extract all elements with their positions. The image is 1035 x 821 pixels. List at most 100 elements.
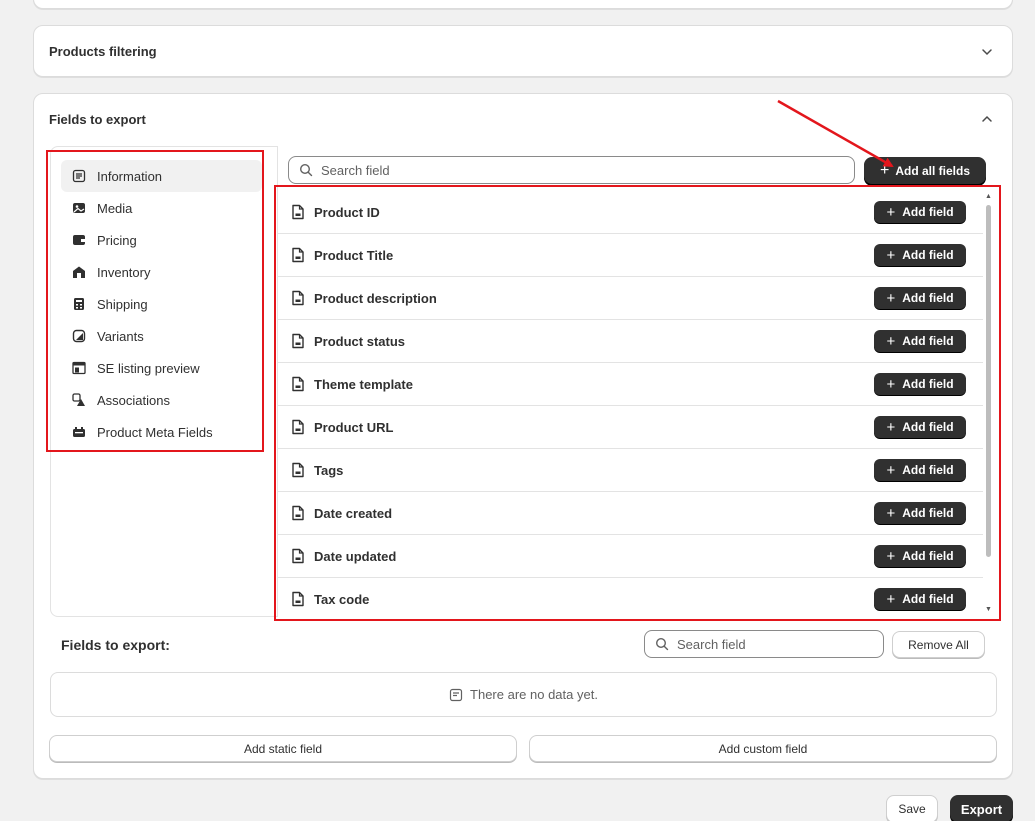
category-information[interactable]: Information <box>61 160 262 192</box>
plus-icon: + <box>886 332 896 350</box>
add-field-label: Add field <box>902 463 954 477</box>
scroll-down-arrow-icon[interactable]: ▼ <box>985 606 992 613</box>
chevron-up-icon[interactable] <box>980 112 994 126</box>
file-icon <box>291 290 305 306</box>
file-icon <box>291 462 305 478</box>
fields-to-export-card: Fields to export Information Media Prici… <box>33 93 1013 779</box>
field-search[interactable] <box>288 156 855 184</box>
field-row: Date updated + Add field <box>278 535 983 578</box>
add-field-button[interactable]: + Add field <box>874 502 966 524</box>
variant-icon <box>72 329 86 343</box>
field-label: Product Title <box>314 247 394 263</box>
file-icon <box>291 548 305 564</box>
add-field-label: Add field <box>902 248 954 262</box>
add-field-button[interactable]: + Add field <box>874 287 966 309</box>
field-label: Product URL <box>314 419 394 435</box>
scroll-thumb[interactable] <box>986 205 991 557</box>
field-label: Product ID <box>314 204 380 220</box>
category-product-meta-fields[interactable]: Product Meta Fields <box>61 416 262 448</box>
add-field-button[interactable]: + Add field <box>874 244 966 266</box>
selected-fields-label: Fields to export: <box>61 637 170 653</box>
add-field-button[interactable]: + Add field <box>874 373 966 395</box>
category-label: Associations <box>97 392 170 408</box>
add-field-button[interactable]: + Add field <box>874 416 966 438</box>
plus-icon: + <box>886 547 896 565</box>
chevron-down-icon[interactable] <box>980 45 994 59</box>
field-row: Product Title + Add field <box>278 234 983 277</box>
plus-icon: + <box>886 590 896 608</box>
empty-state-text: There are no data yet. <box>470 687 598 702</box>
field-label: Theme template <box>314 376 413 392</box>
plus-icon: + <box>886 203 896 221</box>
available-fields-list: Product ID + Add field Product Title + Add fi… <box>278 191 983 617</box>
search-icon <box>655 637 669 651</box>
remove-all-button[interactable]: Remove All <box>892 631 985 658</box>
category-se-listing-preview[interactable]: SE listing preview <box>61 352 262 384</box>
add-field-label: Add field <box>902 377 954 391</box>
field-row: Product URL + Add field <box>278 406 983 449</box>
add-static-field-button[interactable]: Add static field <box>49 735 517 762</box>
selected-field-search[interactable] <box>644 630 884 658</box>
category-associations[interactable]: Associations <box>61 384 262 416</box>
category-media[interactable]: Media <box>61 192 262 224</box>
plus-icon: + <box>886 246 896 264</box>
category-label: Pricing <box>97 232 137 248</box>
category-label: Media <box>97 200 133 216</box>
category-pricing[interactable]: Pricing <box>61 224 262 256</box>
category-inventory[interactable]: Inventory <box>61 256 262 288</box>
plus-icon: + <box>879 162 890 179</box>
field-row: Tax code + Add field <box>278 578 983 617</box>
add-custom-field-button[interactable]: Add custom field <box>529 735 997 762</box>
field-label: Tags <box>314 462 344 478</box>
add-field-label: Add field <box>902 205 954 219</box>
field-row: Product description + Add field <box>278 277 983 320</box>
file-icon <box>291 376 305 392</box>
file-icon <box>291 419 305 435</box>
meta-icon <box>72 425 86 439</box>
associations-icon <box>72 393 86 407</box>
plus-icon: + <box>886 504 896 522</box>
category-label: Variants <box>97 328 144 344</box>
field-search-input[interactable] <box>321 162 793 178</box>
search-icon <box>299 163 313 177</box>
scroll-up-arrow-icon[interactable]: ▲ <box>985 193 992 200</box>
file-icon <box>291 204 305 220</box>
empty-state: There are no data yet. <box>50 672 997 717</box>
category-label: Inventory <box>97 264 151 280</box>
add-field-button[interactable]: + Add field <box>874 330 966 352</box>
add-field-label: Add field <box>902 334 954 348</box>
add-field-button[interactable]: + Add field <box>874 459 966 481</box>
save-button[interactable]: Save <box>886 795 938 821</box>
category-shipping[interactable]: Shipping <box>61 288 262 320</box>
products-filtering-card[interactable]: Products filtering <box>33 25 1013 77</box>
add-all-fields-button[interactable]: + Add all fields <box>864 157 986 185</box>
file-icon <box>291 333 305 349</box>
selected-field-search-input[interactable] <box>677 636 871 652</box>
previous-section-card <box>33 0 1013 9</box>
preview-icon <box>72 361 86 375</box>
field-row: Date created + Add field <box>278 492 983 535</box>
category-variants[interactable]: Variants <box>61 320 262 352</box>
plus-icon: + <box>886 418 896 436</box>
category-label: Product Meta Fields <box>97 424 213 440</box>
category-label: SE listing preview <box>97 360 200 376</box>
field-row: Theme template + Add field <box>278 363 983 406</box>
category-list: Information Media Pricing Inventory Ship… <box>61 160 262 448</box>
add-field-button[interactable]: + Add field <box>874 588 966 610</box>
plus-icon: + <box>886 375 896 393</box>
add-field-label: Add field <box>902 291 954 305</box>
field-list-scrollbar[interactable]: ▲ ▼ <box>984 191 993 617</box>
field-row: Tags + Add field <box>278 449 983 492</box>
export-button[interactable]: Export <box>950 795 1013 821</box>
field-label: Product status <box>314 333 406 349</box>
file-icon <box>291 247 305 263</box>
add-field-button[interactable]: + Add field <box>874 545 966 567</box>
add-field-label: Add field <box>902 506 954 520</box>
add-field-button[interactable]: + Add field <box>874 201 966 223</box>
field-row: Product status + Add field <box>278 320 983 363</box>
category-label: Information <box>97 168 163 184</box>
field-row: Product ID + Add field <box>278 191 983 234</box>
wallet-icon <box>72 233 86 247</box>
fields-to-export-title: Fields to export <box>49 112 146 127</box>
image-icon <box>72 201 86 215</box>
